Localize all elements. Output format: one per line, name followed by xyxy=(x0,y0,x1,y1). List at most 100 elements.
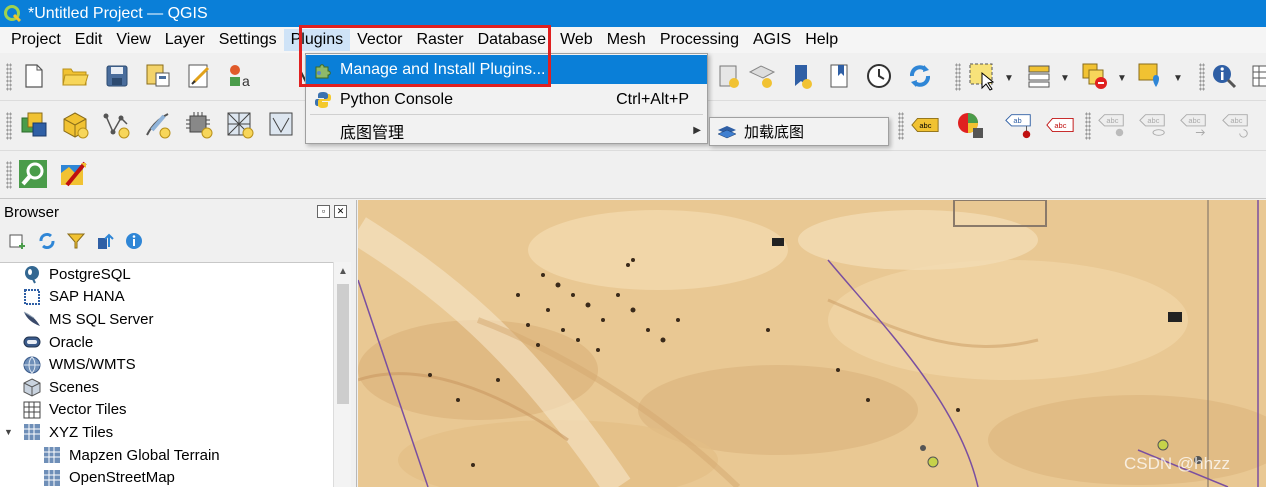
browser-panel: Browser ▫ ✕ PostgreSQL SAP HANA MS SQL S… xyxy=(0,200,357,487)
menu-processing[interactable]: Processing xyxy=(653,29,746,51)
menu-view[interactable]: View xyxy=(109,29,157,51)
menu-item-basemap-manager[interactable]: 底图管理 ▶ xyxy=(306,116,707,145)
menu-mesh[interactable]: Mesh xyxy=(600,29,653,51)
close-icon[interactable]: ✕ xyxy=(334,205,347,218)
label-pin-icon[interactable]: ab xyxy=(1004,110,1034,140)
toolbar-handle[interactable] xyxy=(1085,112,1091,140)
save-project-icon[interactable] xyxy=(102,61,132,91)
qgis-logo-icon xyxy=(4,4,22,22)
tree-item-mssql[interactable]: MS SQL Server xyxy=(0,308,333,331)
toolbar-handle[interactable] xyxy=(6,63,12,91)
map-canvas[interactable] xyxy=(358,200,1266,487)
select-features-icon[interactable] xyxy=(967,61,997,91)
attribute-table-icon[interactable] xyxy=(1245,61,1266,91)
scroll-up-icon[interactable]: ▲ xyxy=(338,266,348,277)
oracle-icon xyxy=(22,332,42,352)
float-panel-icon[interactable]: ▫ xyxy=(317,205,330,218)
menu-vector[interactable]: Vector xyxy=(350,29,409,51)
select-by-attribute-icon[interactable] xyxy=(1024,61,1054,91)
select-location-icon[interactable] xyxy=(1136,61,1166,91)
chevron-down-icon[interactable]: ▼ xyxy=(1060,73,1070,84)
map-tool-pencil-icon[interactable] xyxy=(59,159,89,189)
menu-agis[interactable]: AGIS xyxy=(746,29,798,51)
new-project-icon[interactable] xyxy=(19,61,49,91)
label-highlight-icon[interactable]: abc xyxy=(1045,110,1075,140)
new-geopackage-icon[interactable] xyxy=(60,110,90,140)
properties-info-icon[interactable] xyxy=(124,231,144,251)
tree-item-vector-tiles[interactable]: Vector Tiles xyxy=(0,399,333,422)
menu-settings[interactable]: Settings xyxy=(212,29,284,51)
menu-help[interactable]: Help xyxy=(798,29,845,51)
tree-item-wms[interactable]: WMS/WMTS xyxy=(0,353,333,376)
basemap-submenu: 加载底图 xyxy=(709,117,889,146)
label-disabled-icon[interactable]: abc xyxy=(1097,110,1127,140)
save-as-template-icon[interactable] xyxy=(143,61,173,91)
python-icon xyxy=(312,89,334,111)
bookmark-pin-icon[interactable] xyxy=(786,61,816,91)
puzzle-icon xyxy=(312,59,334,81)
browser-toolbar xyxy=(0,224,356,258)
plugins-dropdown-menu: Manage and Install Plugins... Python Con… xyxy=(305,53,708,144)
identify-features-icon[interactable] xyxy=(1209,61,1239,91)
label-rotate-icon[interactable]: abc xyxy=(1221,110,1251,140)
new-mesh-vertex-icon[interactable] xyxy=(267,110,297,140)
scrollbar-thumb[interactable] xyxy=(337,284,349,404)
tree-item-oracle[interactable]: Oracle xyxy=(0,331,333,354)
browser-scrollbar[interactable]: ▲ xyxy=(333,262,351,487)
add-layer-icon[interactable] xyxy=(8,231,28,251)
chevron-down-icon[interactable]: ▼ xyxy=(1173,73,1183,84)
tree-item-openstreetmap[interactable]: OpenStreetMap xyxy=(0,466,333,487)
new-mesh-layer-icon[interactable] xyxy=(225,110,255,140)
filter-icon[interactable] xyxy=(66,231,86,251)
menu-project[interactable]: Project xyxy=(4,29,68,51)
data-source-manager-icon[interactable] xyxy=(19,110,49,140)
menu-web[interactable]: Web xyxy=(553,29,600,51)
menu-raster[interactable]: Raster xyxy=(409,29,470,51)
menu-plugins[interactable]: Plugins xyxy=(283,29,351,51)
expanded-arrow-icon[interactable]: ▼ xyxy=(4,427,22,437)
toolbar-handle[interactable] xyxy=(898,112,904,140)
toolbar-handle[interactable] xyxy=(6,161,12,189)
toolbar-handle[interactable] xyxy=(1199,63,1205,91)
tree-item-sap-hana[interactable]: SAP HANA xyxy=(0,286,333,309)
label-show-hide-icon[interactable]: abc xyxy=(1138,110,1168,140)
new-virtual-layer-icon[interactable] xyxy=(184,110,214,140)
toolbar-handle[interactable] xyxy=(955,63,961,91)
xyz-tiles-icon xyxy=(42,468,62,487)
toolbar-handle[interactable] xyxy=(6,112,12,140)
menu-item-python-console[interactable]: Python Console Ctrl+Alt+P xyxy=(306,85,707,114)
bookmark-book-icon[interactable] xyxy=(824,61,854,91)
menu-layer[interactable]: Layer xyxy=(158,29,212,51)
menu-item-load-basemap[interactable]: 加载底图 xyxy=(744,121,804,142)
chevron-down-icon[interactable]: ▼ xyxy=(1004,73,1014,84)
mssql-icon xyxy=(22,309,42,329)
new-temporary-layer-icon[interactable] xyxy=(142,110,172,140)
chevron-down-icon[interactable]: ▼ xyxy=(1117,73,1127,84)
menu-edit[interactable]: Edit xyxy=(68,29,110,51)
menu-separator xyxy=(310,114,703,115)
style-manager-icon[interactable]: a xyxy=(226,61,256,91)
collapse-all-icon[interactable] xyxy=(95,231,115,251)
label-toolbar-abc-icon[interactable]: abc xyxy=(910,110,940,140)
layout-manager-icon[interactable] xyxy=(185,61,215,91)
tree-item-xyz-tiles[interactable]: ▼ XYZ Tiles xyxy=(0,421,333,444)
svg-text:a: a xyxy=(242,73,250,89)
menu-database[interactable]: Database xyxy=(471,29,554,51)
tree-item-mapzen[interactable]: Mapzen Global Terrain xyxy=(0,444,333,467)
refresh-icon[interactable] xyxy=(37,231,57,251)
zoom-search-icon[interactable] xyxy=(18,159,48,189)
svg-text:abc: abc xyxy=(1230,116,1242,125)
digitize-vertex-icon[interactable] xyxy=(101,110,131,140)
show-bookmarks-icon[interactable] xyxy=(747,61,777,91)
label-move-icon[interactable]: abc xyxy=(1179,110,1209,140)
submenu-arrow-icon: ▶ xyxy=(693,125,701,136)
open-project-icon[interactable] xyxy=(60,61,90,91)
tree-item-scenes[interactable]: Scenes xyxy=(0,376,333,399)
deselect-features-icon[interactable] xyxy=(1080,61,1110,91)
tree-item-postgresql[interactable]: PostgreSQL xyxy=(0,263,333,286)
refresh-icon[interactable] xyxy=(905,61,935,91)
temporal-clock-icon[interactable] xyxy=(864,61,894,91)
new-bookmark-icon[interactable] xyxy=(713,61,743,91)
menu-item-manage-install-plugins[interactable]: Manage and Install Plugins... xyxy=(306,55,707,84)
layer-diagram-pie-icon[interactable] xyxy=(955,110,985,140)
